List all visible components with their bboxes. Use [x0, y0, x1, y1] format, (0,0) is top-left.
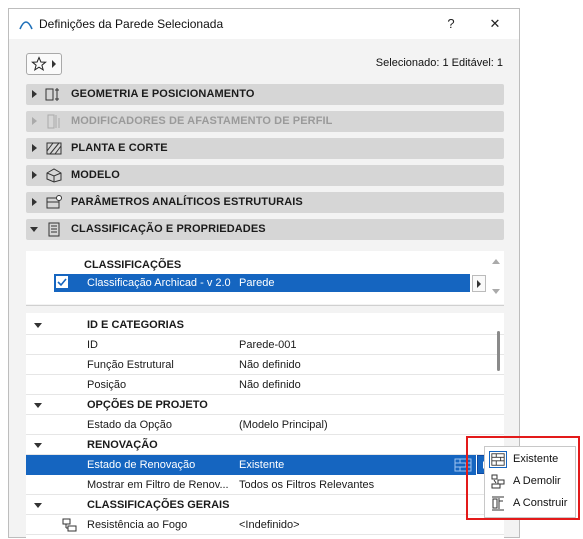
- star-outline-icon: [31, 56, 47, 72]
- group-renovation[interactable]: RENOVAÇÃO: [26, 435, 504, 455]
- group-general-classifications[interactable]: CLASSIFICAÇÕES GERAIS: [26, 495, 504, 515]
- classification-checkbox[interactable]: [56, 276, 68, 288]
- highlight-box: [466, 436, 580, 520]
- property-row[interactable]: Função Estrutural Não definido: [26, 355, 504, 375]
- panel-label: PARÂMETROS ANALÍTICOS ESTRUTURAIS: [71, 196, 303, 208]
- chevron-down-icon: [34, 403, 42, 408]
- model-cube-icon: [46, 168, 62, 183]
- splitter[interactable]: [26, 305, 504, 306]
- help-button[interactable]: ?: [439, 13, 463, 35]
- panel-label: CLASSIFICAÇÃO E PROPRIEDADES: [71, 223, 266, 235]
- property-value[interactable]: <Indefinido>: [239, 519, 300, 531]
- chevron-right-icon: [477, 280, 481, 288]
- archicad-logo-icon: [19, 21, 33, 30]
- property-row-renovation-status[interactable]: Estado de Renovação Existente: [26, 455, 476, 475]
- chevron-right-icon: [32, 117, 37, 125]
- property-row[interactable]: Posição Não definido: [26, 375, 504, 395]
- classifications-title: CLASSIFICAÇÕES: [84, 259, 182, 271]
- chevron-down-icon: [34, 503, 42, 508]
- panel-plan-section[interactable]: PLANTA E CORTE: [26, 138, 504, 159]
- property-key: Estado da Opção: [87, 419, 173, 431]
- chevron-down-icon: [34, 323, 42, 328]
- panel-label: PLANTA E CORTE: [71, 142, 168, 154]
- chevron-right-icon: [32, 144, 37, 152]
- panel-structural-analytics[interactable]: PARÂMETROS ANALÍTICOS ESTRUTURAIS: [26, 192, 504, 213]
- property-value[interactable]: Parede-001: [239, 339, 297, 351]
- classifications-list: CLASSIFICAÇÕES Classificação Archicad - …: [26, 251, 504, 304]
- chevron-right-icon: [32, 90, 37, 98]
- chevron-right-icon: [32, 171, 37, 179]
- property-key: ID: [87, 339, 98, 351]
- group-id-categories[interactable]: ID E CATEGORIAS: [26, 315, 504, 335]
- panel-classification-properties[interactable]: CLASSIFICAÇÃO E PROPRIEDADES: [26, 219, 504, 240]
- panel-profile-modifiers: MODIFICADORES DE AFASTAMENTO DE PERFIL: [26, 111, 504, 132]
- property-value[interactable]: Não definido: [239, 379, 301, 391]
- group-title: CLASSIFICAÇÕES GERAIS: [87, 499, 230, 511]
- property-value[interactable]: Todos os Filtros Relevantes: [239, 479, 374, 491]
- close-button[interactable]: ✕: [483, 13, 507, 35]
- property-key: Função Estrutural: [87, 359, 174, 371]
- property-value[interactable]: Não definido: [239, 359, 301, 371]
- wall-settings-dialog: Definições da Parede Selecionada ? ✕ Sel…: [8, 8, 520, 539]
- property-value[interactable]: (Modelo Principal): [239, 419, 328, 431]
- property-value[interactable]: Existente: [239, 459, 284, 471]
- dialog-title: Definições da Parede Selecionada: [39, 17, 224, 31]
- chevron-right-icon: [32, 198, 37, 206]
- classification-menu-button[interactable]: [472, 275, 486, 292]
- classification-row[interactable]: Classificação Archicad - v 2.0 Parede: [54, 274, 470, 292]
- properties-list: ID E CATEGORIAS ID Parede-001 Função Est…: [26, 313, 504, 539]
- property-key: Mostrar em Filtro de Renov...: [87, 479, 229, 491]
- classification-value: Parede: [239, 277, 275, 289]
- linked-property-icon: [62, 518, 77, 532]
- panel-label: MODIFICADORES DE AFASTAMENTO DE PERFIL: [71, 115, 333, 127]
- checkmark-icon: [57, 278, 67, 287]
- property-row[interactable]: Resistência ao Fogo <Indefinido>: [26, 515, 504, 535]
- selection-info: Selecionado: 1 Editável: 1: [375, 57, 503, 69]
- chevron-right-icon: [52, 60, 56, 68]
- title-bar: Definições da Parede Selecionada ? ✕: [9, 9, 519, 39]
- document-list-icon: [48, 222, 60, 237]
- plan-section-icon: [46, 142, 62, 155]
- panel-label: GEOMETRIA E POSICIONAMENTO: [71, 88, 255, 100]
- properties-scrollbar[interactable]: [497, 331, 500, 371]
- group-design-options[interactable]: OPÇÕES DE PROJETO: [26, 395, 504, 415]
- property-row[interactable]: Mostrar em Filtro de Renov... Todos os F…: [26, 475, 504, 495]
- group-title: OPÇÕES DE PROJETO: [87, 399, 208, 411]
- favorites-button[interactable]: [26, 53, 62, 75]
- structural-analysis-icon: [46, 195, 62, 209]
- chevron-down-icon: [34, 443, 42, 448]
- classification-system-name: Classificação Archicad - v 2.0: [87, 277, 231, 289]
- panel-geometry[interactable]: GEOMETRIA E POSICIONAMENTO: [26, 84, 504, 105]
- property-key: Posição: [87, 379, 127, 391]
- group-title: RENOVAÇÃO: [87, 439, 158, 451]
- scroll-down-icon[interactable]: [492, 289, 500, 294]
- property-key: Resistência ao Fogo: [87, 519, 188, 531]
- profile-modifier-icon: [47, 114, 60, 129]
- property-row[interactable]: Estado da Opção (Modelo Principal): [26, 415, 504, 435]
- group-title: ID E CATEGORIAS: [87, 319, 184, 331]
- chevron-down-icon: [30, 227, 38, 232]
- property-key: Estado de Renovação: [87, 459, 196, 471]
- scroll-up-icon[interactable]: [492, 259, 500, 264]
- property-row[interactable]: ID Parede-001: [26, 335, 504, 355]
- panel-model[interactable]: MODELO: [26, 165, 504, 186]
- panel-label: MODELO: [71, 169, 120, 181]
- geometry-icon: [45, 88, 59, 101]
